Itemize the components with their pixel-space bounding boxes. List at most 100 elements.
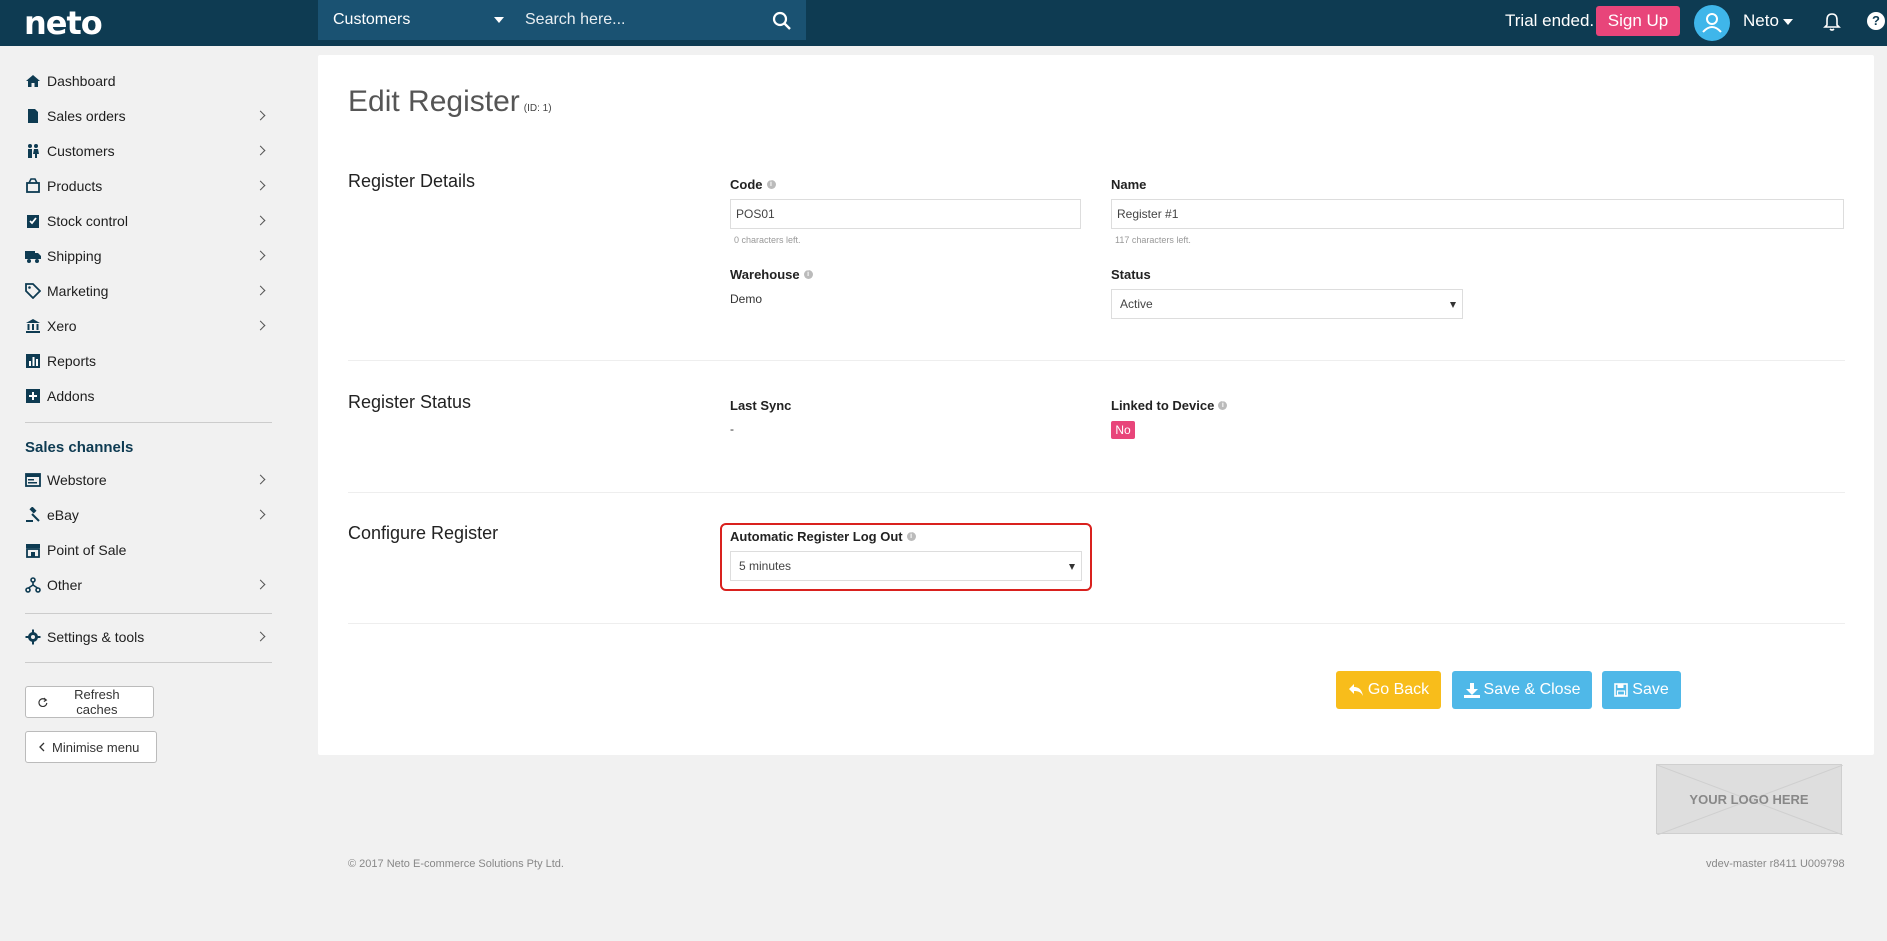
- copyright-text: © 2017 Neto E-commerce Solutions Pty Ltd…: [348, 858, 564, 870]
- sidebar-item-products[interactable]: Products: [25, 171, 270, 201]
- chevron-right-icon: [255, 215, 266, 226]
- page-title-text: Edit Register: [348, 85, 520, 118]
- info-icon[interactable]: i: [906, 532, 916, 541]
- go-back-button[interactable]: Go Back: [1336, 671, 1441, 709]
- minimise-menu-button[interactable]: Minimise menu: [25, 731, 157, 763]
- status-select-value: Active: [1120, 297, 1153, 311]
- sidebar-item-sales-orders[interactable]: Sales orders: [25, 101, 270, 131]
- sidebar-item-point-of-sale[interactable]: Point of Sale: [25, 535, 270, 565]
- sidebar-item-label: Products: [47, 178, 103, 194]
- user-icon: [1702, 13, 1722, 33]
- save-close-button[interactable]: Save & Close: [1452, 671, 1592, 709]
- bell-icon[interactable]: [1822, 12, 1842, 32]
- user-menu[interactable]: Neto: [1743, 11, 1779, 31]
- auto-logout-select[interactable]: 5 minutes: [730, 551, 1082, 581]
- network-icon: [25, 577, 41, 593]
- save-button[interactable]: Save: [1602, 671, 1681, 709]
- info-icon[interactable]: i: [803, 270, 813, 279]
- sidebar-item-label: Sales orders: [47, 108, 126, 124]
- last-sync-label: Last Sync: [730, 398, 791, 413]
- status-label: Status: [1111, 267, 1151, 282]
- register-details-heading: Register Details: [348, 171, 476, 191]
- sidebar-item-label: Addons: [47, 388, 95, 404]
- refresh-caches-button[interactable]: Refresh caches: [25, 686, 154, 718]
- bar-chart-icon: [26, 354, 40, 368]
- download-icon: [1463, 682, 1480, 698]
- home-icon: [26, 75, 40, 87]
- sidebar-item-label: Marketing: [47, 283, 109, 299]
- sidebar-item-reports[interactable]: Reports: [25, 346, 270, 376]
- gavel-icon: [26, 507, 40, 522]
- sidebar-item-addons[interactable]: Addons: [25, 381, 270, 411]
- section-divider: [348, 623, 1845, 624]
- code-input[interactable]: [730, 199, 1081, 229]
- search-bar: Customers: [318, 0, 806, 40]
- sidebar-item-dashboard[interactable]: Dashboard: [25, 66, 270, 96]
- linked-to-device-label-text: Linked to Device: [1111, 398, 1215, 413]
- search-scope-select[interactable]: Customers: [318, 0, 518, 40]
- sidebar: Dashboard Sales orders Customers Product…: [0, 46, 295, 941]
- page-title: Edit Register (ID: 1): [348, 85, 552, 119]
- trial-status-text: Trial ended.: [1505, 11, 1595, 30]
- sidebar-item-label: Dashboard: [47, 73, 116, 89]
- register-id: (ID: 1): [523, 103, 552, 114]
- info-icon[interactable]: i: [766, 180, 776, 189]
- name-input[interactable]: [1111, 199, 1844, 229]
- name-characters-left: 117 characters left.: [1115, 235, 1191, 245]
- refresh-caches-label: Refresh caches: [74, 687, 120, 717]
- sidebar-item-webstore[interactable]: Webstore: [25, 465, 270, 495]
- sidebar-item-customers[interactable]: Customers: [25, 136, 270, 166]
- auto-logout-label-text: Automatic Register Log Out: [730, 529, 903, 544]
- sales-channels-heading: Sales channels: [25, 439, 134, 456]
- sidebar-item-label: Xero: [47, 318, 77, 334]
- user-avatar[interactable]: [1694, 5, 1730, 41]
- section-divider: [348, 492, 1845, 493]
- box-icon: [26, 178, 40, 193]
- chevron-left-icon: [39, 742, 45, 752]
- search-icon[interactable]: [772, 11, 792, 31]
- sidebar-item-shipping[interactable]: Shipping: [25, 241, 270, 271]
- caret-down-icon: [1069, 564, 1075, 570]
- status-select[interactable]: Active: [1111, 289, 1463, 319]
- section-divider: [348, 360, 1845, 361]
- sidebar-item-label: Customers: [47, 143, 115, 159]
- sidebar-divider: [25, 613, 272, 614]
- logo-placeholder: YOUR LOGO HERE: [1656, 764, 1843, 835]
- info-icon[interactable]: i: [1218, 401, 1228, 410]
- clipboard-check-icon: [27, 215, 39, 228]
- sidebar-item-label: Webstore: [47, 472, 107, 488]
- linked-status-badge: No: [1111, 421, 1135, 439]
- go-back-label: Go Back: [1367, 681, 1430, 698]
- caret-down-icon: [494, 17, 504, 23]
- sidebar-item-label: eBay: [47, 507, 79, 523]
- minimise-menu-label: Minimise menu: [52, 739, 140, 755]
- search-scope-label: Customers: [333, 11, 411, 28]
- caret-down-icon: [1450, 302, 1456, 308]
- search-input[interactable]: [525, 0, 765, 40]
- refresh-icon: [38, 697, 48, 707]
- sidebar-item-stock-control[interactable]: Stock control: [25, 206, 270, 236]
- chevron-right-icon: [255, 320, 266, 331]
- neto-logo[interactable]: neto: [24, 4, 103, 42]
- linked-to-device-label: Linked to Device i: [1111, 398, 1228, 413]
- gear-icon: [25, 629, 41, 645]
- sidebar-item-ebay[interactable]: eBay: [25, 500, 270, 530]
- warehouse-label: Warehouse i: [730, 267, 813, 282]
- help-icon[interactable]: ?: [1867, 12, 1885, 30]
- floppy-disk-icon: [1614, 683, 1629, 697]
- sidebar-item-xero[interactable]: Xero: [25, 311, 270, 341]
- sign-up-button[interactable]: Sign Up: [1596, 6, 1680, 36]
- chevron-right-icon: [255, 285, 266, 296]
- chevron-right-icon: [255, 631, 266, 642]
- caret-down-icon: [1783, 19, 1793, 25]
- sidebar-item-settings-tools[interactable]: Settings & tools: [25, 622, 270, 652]
- chevron-right-icon: [255, 250, 266, 261]
- warehouse-value: Demo: [730, 292, 763, 306]
- save-label: Save: [1632, 681, 1669, 698]
- configure-register-heading: Configure Register: [348, 523, 499, 543]
- chevron-right-icon: [255, 509, 266, 520]
- name-label: Name: [1111, 177, 1146, 192]
- sidebar-item-other[interactable]: Other: [25, 570, 270, 600]
- sidebar-item-marketing[interactable]: Marketing: [25, 276, 270, 306]
- truck-icon: [25, 251, 41, 263]
